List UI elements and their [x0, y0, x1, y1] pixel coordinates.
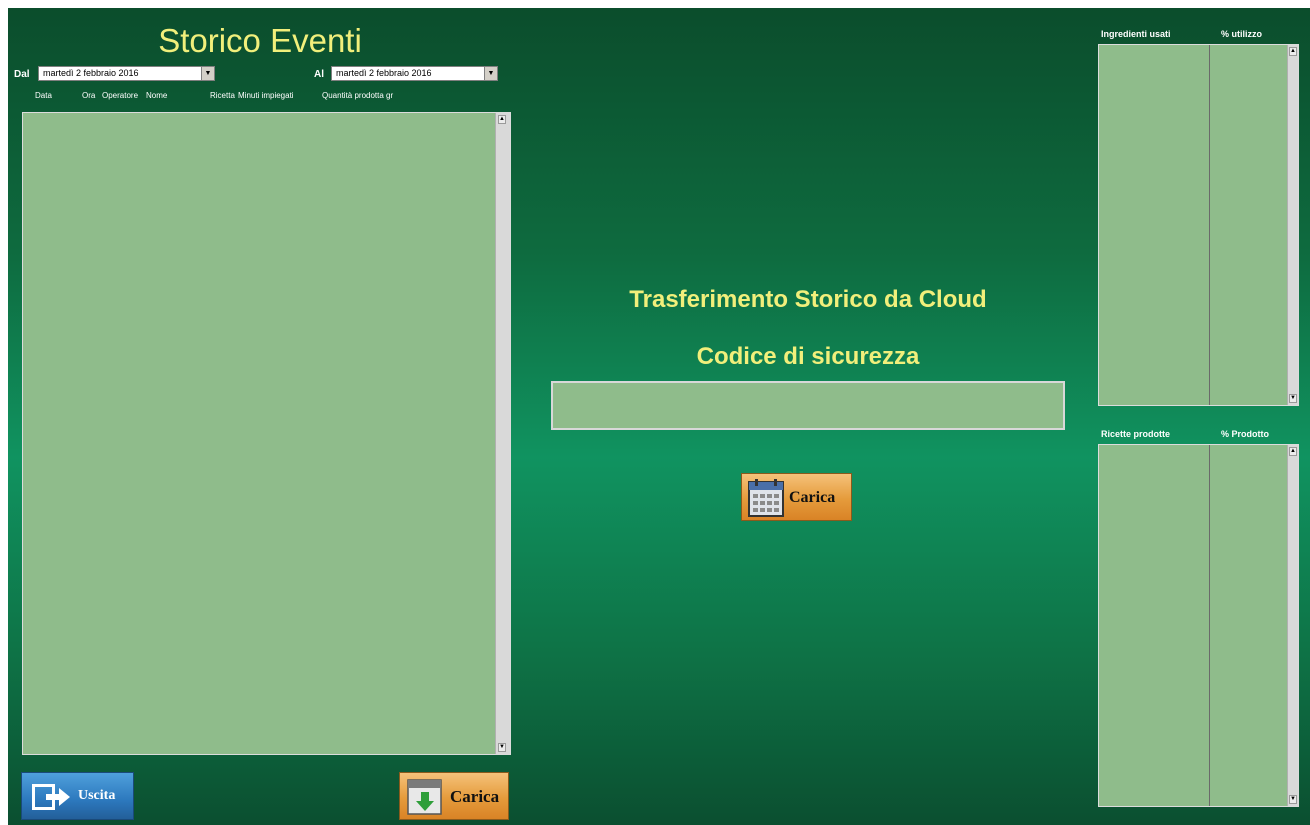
events-list[interactable]: ▲ ▼: [22, 112, 511, 755]
column-header-ora: Ora: [82, 91, 96, 100]
ingredients-list[interactable]: ▲ ▼: [1098, 44, 1299, 406]
scroll-up-arrow-icon[interactable]: ▲: [1289, 47, 1297, 56]
column-header-ricetta: Ricetta: [210, 91, 235, 100]
exit-button[interactable]: Uscita: [21, 772, 134, 820]
recipes-scrollbar[interactable]: ▲ ▼: [1287, 445, 1298, 806]
column-divider: [1209, 445, 1210, 806]
app-window: Storico Eventi Dal martedì 2 febbraio 20…: [8, 8, 1310, 825]
scroll-down-arrow-icon[interactable]: ▼: [498, 743, 506, 752]
ingredients-scrollbar[interactable]: ▲ ▼: [1287, 45, 1298, 405]
to-date-value: martedì 2 febbraio 2016: [336, 68, 432, 78]
column-divider: [1209, 45, 1210, 405]
cloud-transfer-heading: Trasferimento Storico da Cloud: [629, 286, 987, 313]
download-calendar-icon: [407, 779, 442, 815]
produced-percent-column-header: % Prodotto: [1221, 429, 1269, 439]
scroll-down-arrow-icon[interactable]: ▼: [1289, 795, 1297, 804]
page-title: Storico Eventi: [158, 22, 362, 59]
usage-percent-column-header: % utilizzo: [1221, 29, 1262, 39]
from-date-value: martedì 2 febbraio 2016: [43, 68, 139, 78]
cloud-load-button[interactable]: Carica: [741, 473, 852, 521]
recipes-column-header: Ricette prodotte: [1101, 429, 1171, 439]
load-history-button-label: Carica: [450, 787, 500, 806]
security-code-input[interactable]: [551, 381, 1065, 430]
recipes-list[interactable]: ▲ ▼: [1098, 444, 1299, 807]
exit-button-label: Uscita: [78, 788, 116, 803]
dropdown-arrow-icon[interactable]: ▼: [201, 67, 214, 80]
security-code-label: Codice di sicurezza: [696, 343, 920, 370]
scroll-up-arrow-icon[interactable]: ▲: [498, 115, 506, 124]
scroll-down-arrow-icon[interactable]: ▼: [1289, 394, 1297, 403]
column-header-minuti: Minuti impiegati: [238, 91, 294, 100]
to-date-picker[interactable]: martedì 2 febbraio 2016 ▼: [331, 66, 498, 81]
ingredients-column-header: Ingredienti usati: [1101, 29, 1171, 39]
events-list-scrollbar[interactable]: ▲ ▼: [495, 113, 510, 754]
calendar-icon: [748, 479, 784, 517]
from-date-label: Dal: [14, 69, 30, 80]
column-header-data: Data: [35, 91, 52, 100]
column-header-nome: Nome: [146, 91, 168, 100]
column-header-operatore: Operatore: [102, 91, 139, 100]
from-date-picker[interactable]: martedì 2 febbraio 2016 ▼: [38, 66, 215, 81]
dropdown-arrow-icon[interactable]: ▼: [484, 67, 497, 80]
exit-arrow-icon: [32, 784, 70, 810]
column-header-quantita: Quantità prodotta gr: [322, 91, 394, 100]
cloud-load-button-label: Carica: [789, 489, 836, 506]
load-history-button[interactable]: Carica: [399, 772, 509, 820]
to-date-label: Al: [314, 69, 324, 80]
scroll-up-arrow-icon[interactable]: ▲: [1289, 447, 1297, 456]
